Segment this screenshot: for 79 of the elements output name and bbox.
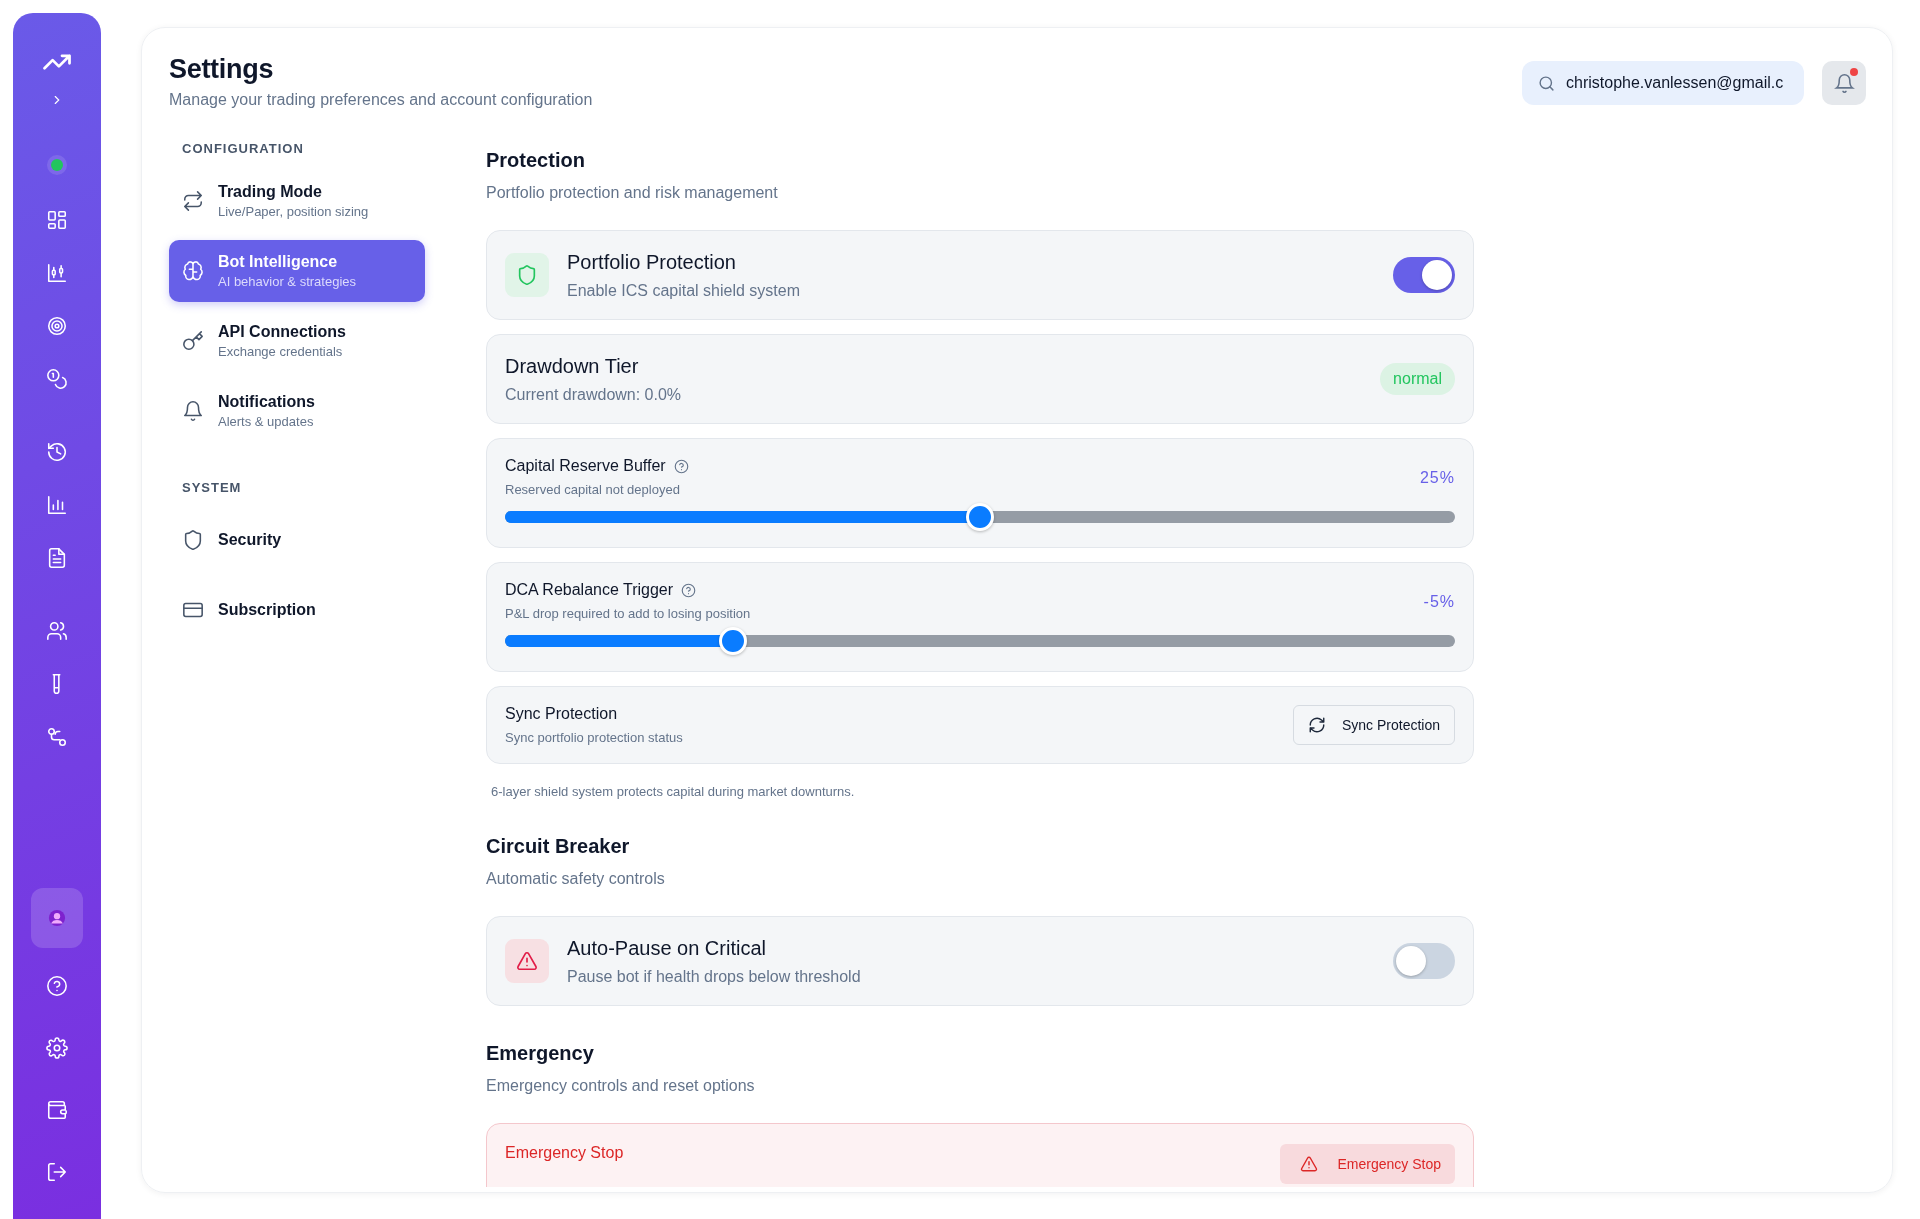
setting-title: Drawdown Tier — [505, 354, 640, 378]
bell-icon — [1833, 72, 1855, 94]
nav-section-heading: SYSTEM — [181, 479, 243, 497]
logout-icon[interactable] — [46, 1161, 68, 1183]
coins-icon[interactable] — [46, 368, 68, 390]
info-note: 6-layer shield system protects capital during market downturns. — [491, 784, 856, 799]
slider-thumb[interactable] — [719, 627, 747, 655]
nav-item-description: Alerts & updates — [218, 414, 315, 429]
help-icon[interactable] — [681, 582, 697, 598]
nav-item-description: Exchange credentials — [218, 344, 344, 359]
section-title: Protection — [486, 149, 586, 172]
refresh-icon — [1307, 716, 1326, 734]
setting-description: P&L drop required to add to losing position — [505, 606, 752, 621]
setting-title: Capital Reserve Buffer — [505, 457, 666, 475]
target-icon[interactable] — [46, 315, 68, 337]
warning-icon — [516, 950, 538, 972]
dashboard-icon[interactable] — [46, 209, 68, 231]
sync-button[interactable]: Sync Protection — [1292, 705, 1455, 745]
slider-value: 25% — [1419, 469, 1455, 487]
search-field[interactable]: christophe.vanlessen@gmail.c — [1522, 61, 1804, 105]
setting-title: Emergency Stop — [505, 1144, 625, 1162]
users-icon[interactable] — [46, 620, 68, 642]
nav-item-label: Trading Mode — [218, 183, 323, 201]
notifications-button[interactable] — [1822, 61, 1866, 105]
toggle-switch[interactable] — [1393, 257, 1455, 293]
nav-section-heading: CONFIGURATION — [181, 140, 305, 158]
wallet-icon[interactable] — [46, 1099, 68, 1121]
settings-icon[interactable] — [46, 1037, 68, 1059]
nav-item-label: Security — [218, 531, 282, 549]
setting-description: Reserved capital not deployed — [505, 482, 681, 497]
setting-title: Auto-Pause on Critical — [567, 936, 767, 960]
warning-icon — [1299, 1155, 1318, 1173]
settings-nav-item[interactable]: Security — [169, 509, 425, 571]
section-title: Emergency — [486, 1042, 595, 1065]
candlestick-chart-icon[interactable] — [46, 262, 68, 284]
section-subtitle: Portfolio protection and risk management — [486, 184, 779, 202]
slider-value: -5% — [1423, 593, 1455, 611]
nav-item-label: Subscription — [218, 601, 316, 619]
bar-chart-icon[interactable] — [46, 494, 68, 516]
setting-description: Current drawdown: 0.0% — [505, 385, 683, 404]
branch-icon[interactable] — [46, 726, 68, 748]
history-icon[interactable] — [46, 441, 68, 463]
setting-description: Pause bot if health drops below threshold — [567, 967, 862, 986]
nav-item-description: AI behavior & strategies — [218, 274, 357, 289]
slider-track[interactable] — [505, 627, 1455, 655]
tier-badge: normal — [1380, 363, 1455, 395]
bell-icon — [182, 400, 204, 422]
shield-icon — [516, 264, 538, 286]
setting-description: Enable ICS capital shield system — [567, 281, 801, 300]
setting-title: Portfolio Protection — [567, 250, 737, 274]
settings-nav-item[interactable]: Trading Mode Live/Paper, position sizing — [169, 170, 425, 232]
status-dot — [51, 159, 63, 171]
settings-nav-item[interactable]: Bot Intelligence AI behavior & strategies — [169, 240, 425, 302]
settings-nav-item[interactable]: API Connections Exchange credentials — [169, 310, 425, 372]
nav-item-label: Notifications — [218, 393, 315, 411]
settings-nav-item[interactable]: Notifications Alerts & updates — [169, 380, 425, 442]
setting-title: Sync Protection — [505, 705, 619, 723]
shield-icon — [182, 529, 204, 551]
repeat-icon — [182, 190, 204, 212]
slider-track[interactable] — [505, 503, 1455, 531]
nav-item-label: API Connections — [218, 323, 346, 341]
setting-title: DCA Rebalance Trigger — [505, 581, 674, 599]
brain-icon — [182, 260, 204, 282]
document-icon[interactable] — [46, 547, 68, 569]
emergency-stop-button[interactable]: Emergency Stop — [1279, 1144, 1455, 1184]
section-title: Circuit Breaker — [486, 835, 631, 858]
toggle-switch[interactable] — [1393, 943, 1455, 979]
section-subtitle: Emergency controls and reset options — [486, 1077, 756, 1095]
slider-thumb[interactable] — [966, 503, 994, 531]
key-icon — [182, 330, 204, 352]
setting-description: Sync portfolio protection status — [505, 730, 684, 745]
page-title: Settings — [169, 54, 275, 85]
help-icon[interactable] — [673, 458, 689, 474]
page-subtitle: Manage your trading preferences and account configuration — [169, 91, 593, 109]
section-subtitle: Automatic safety controls — [486, 870, 666, 888]
avatar-icon — [48, 909, 66, 927]
settings-nav-item[interactable]: Subscription — [169, 579, 425, 641]
nav-item-label: Bot Intelligence — [218, 253, 339, 271]
nav-item-description: Live/Paper, position sizing — [218, 204, 369, 219]
